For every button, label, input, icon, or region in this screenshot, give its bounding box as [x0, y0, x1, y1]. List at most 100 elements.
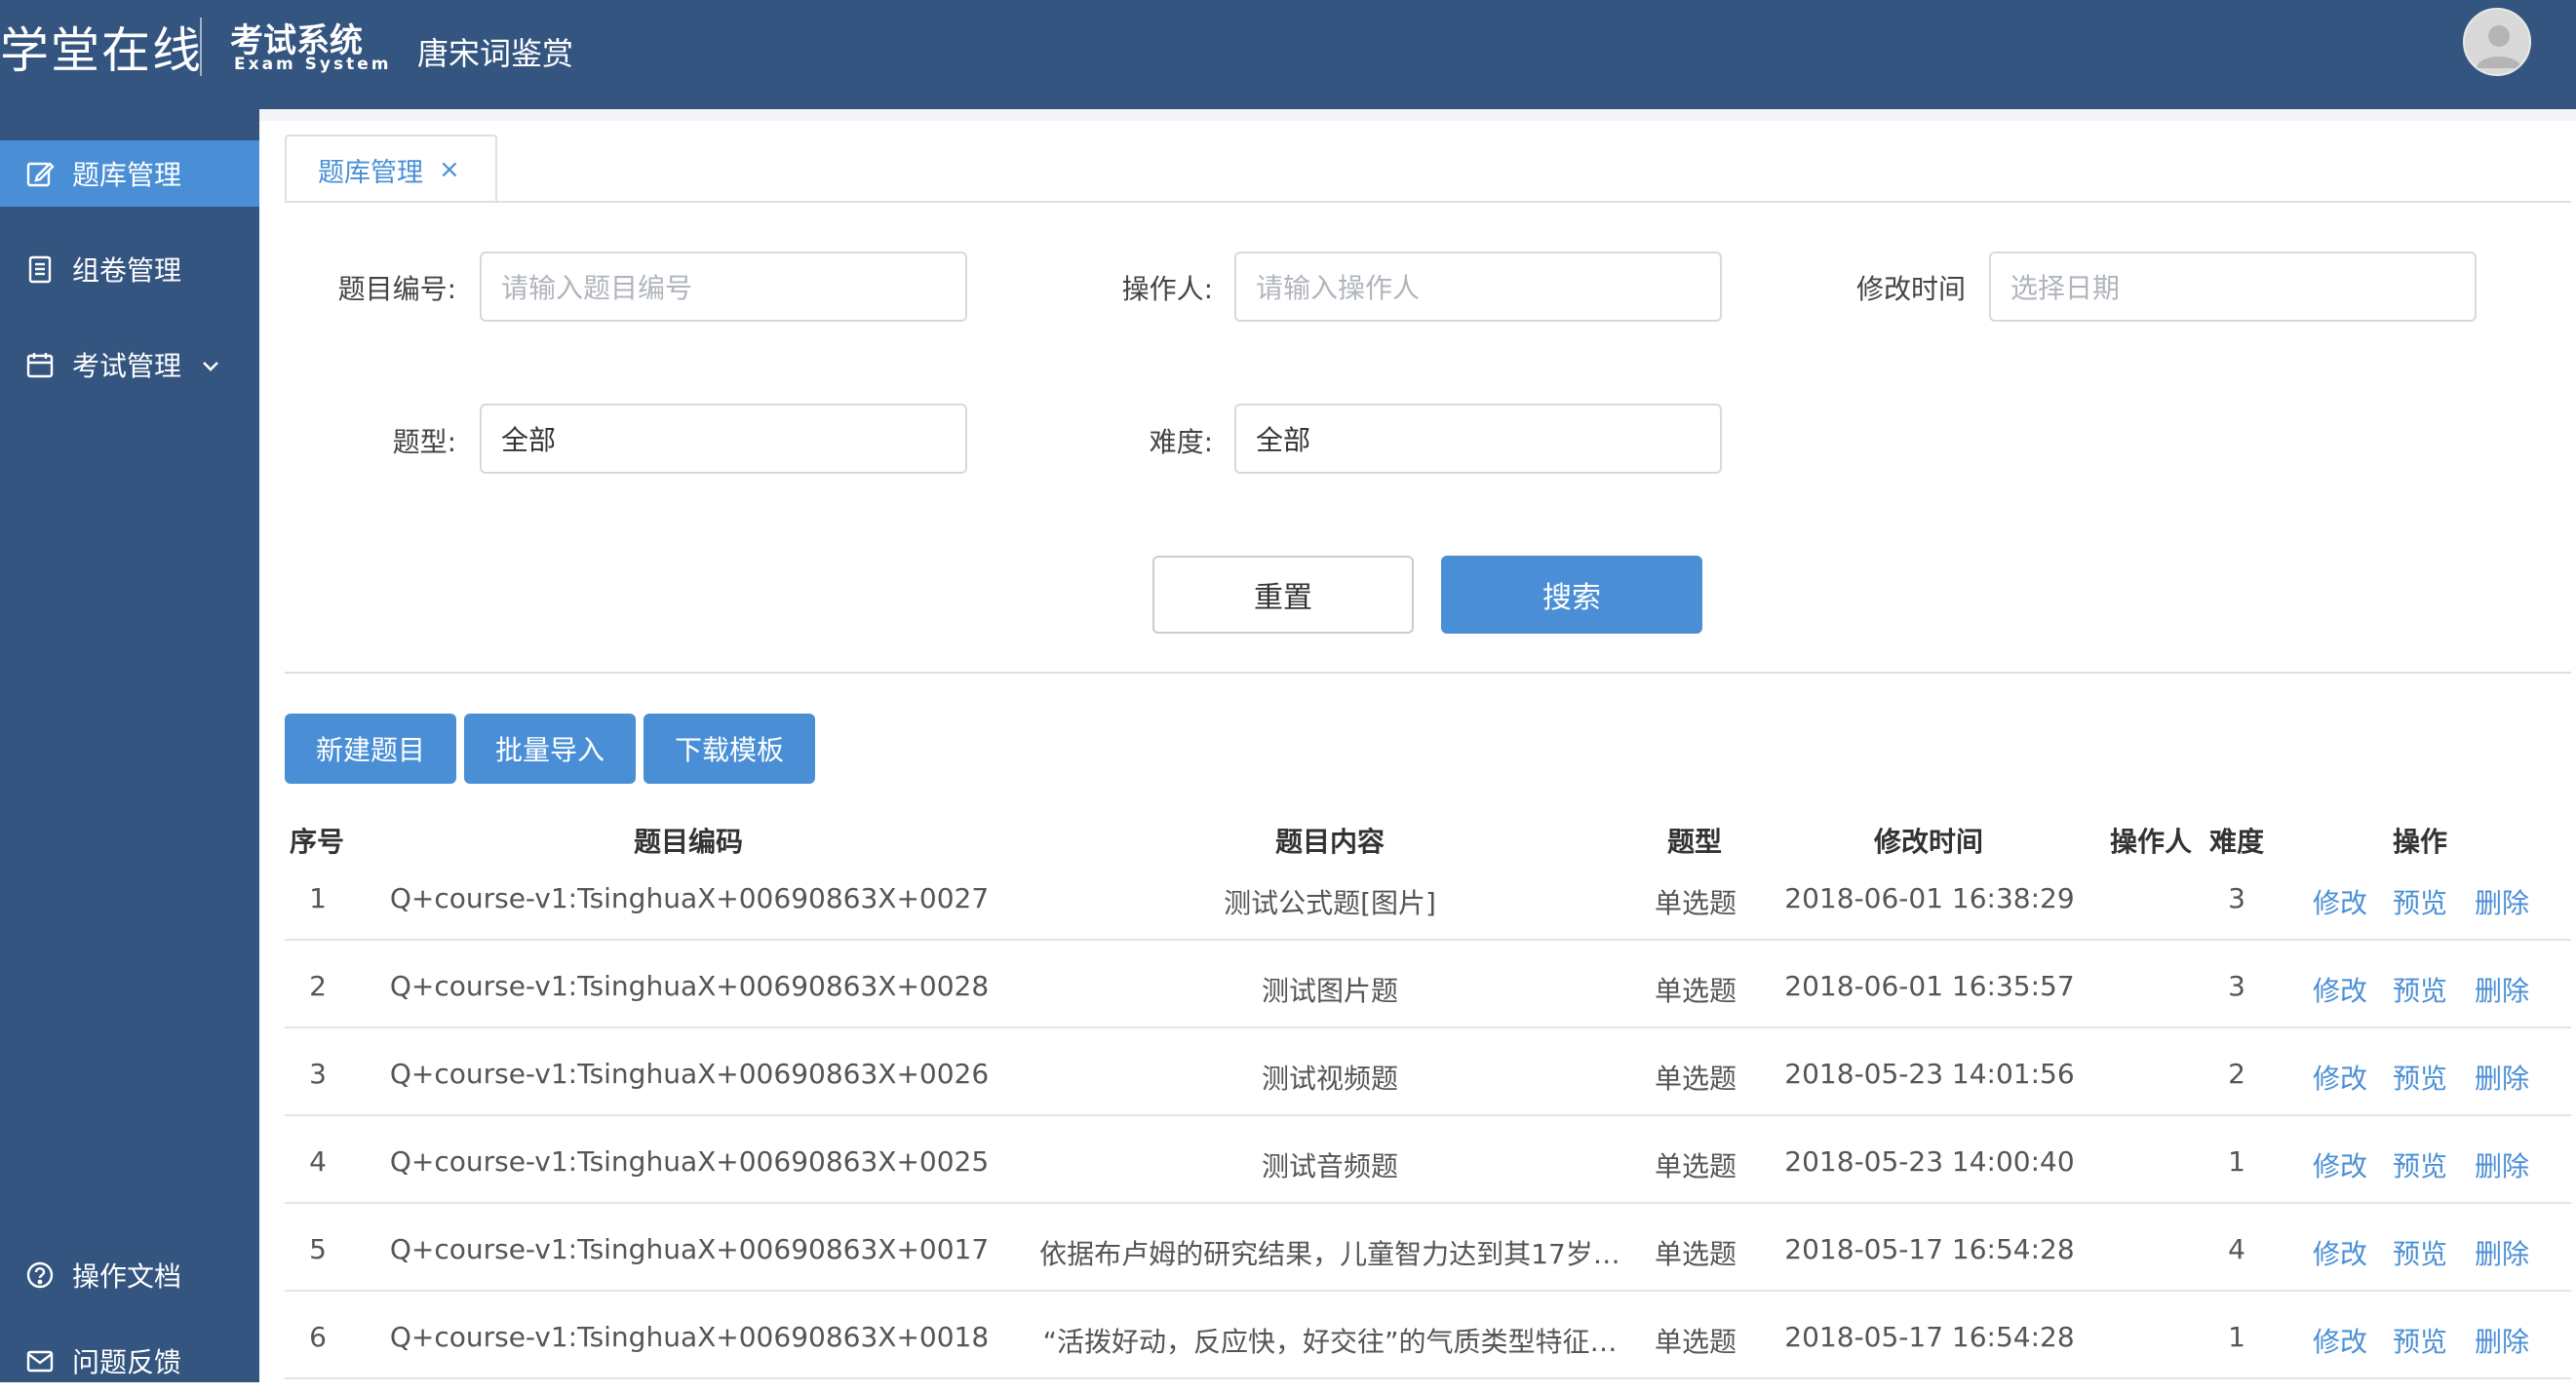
difficulty-select[interactable]: 全部 [1234, 404, 1722, 474]
cell-type: 单选题 [1654, 1063, 1737, 1095]
table-row: 1 Q+course-v1:TsinghuaX+00690863X+0027 测试公… [285, 853, 2571, 941]
question-type-select[interactable]: 全部 [480, 404, 967, 474]
preview-link[interactable]: 预览 [2393, 1233, 2447, 1272]
cell-type: 单选题 [1654, 1238, 1737, 1270]
preview-link[interactable]: 预览 [2393, 970, 2447, 1009]
top-header: 学堂在线 考试系统 Exam System 唐宋词鉴赏 [0, 0, 2576, 109]
app-logo[interactable]: 学堂在线 [0, 12, 203, 82]
cell-code: Q+course-v1:TsinghuaX+00690863X+0017 [389, 1233, 990, 1265]
delete-link[interactable]: 删除 [2475, 1321, 2529, 1360]
cell-type: 单选题 [1654, 1150, 1737, 1182]
table-row: 4 Q+course-v1:TsinghuaX+00690863X+0025 测试音… [285, 1116, 2571, 1204]
chevron-down-icon[interactable] [199, 353, 222, 376]
cell-time: 2018-06-01 16:38:29 [1784, 882, 2075, 914]
cell-time: 2018-06-01 16:35:57 [1784, 970, 2075, 1002]
close-icon[interactable]: × [439, 155, 460, 184]
cell-code: Q+course-v1:TsinghuaX+00690863X+0026 [389, 1058, 990, 1090]
cell-difficulty: 1 [2228, 1321, 2245, 1353]
cell-no: 1 [309, 882, 327, 914]
cell-no: 5 [309, 1233, 327, 1265]
preview-link[interactable]: 预览 [2393, 1321, 2447, 1360]
sidebar-item-label: 考试管理 [72, 350, 182, 382]
cell-type: 单选题 [1654, 975, 1737, 1007]
edit-link[interactable]: 修改 [2313, 1321, 2367, 1360]
delete-link[interactable]: 删除 [2475, 1058, 2529, 1097]
delete-link[interactable]: 删除 [2475, 882, 2529, 921]
cell-code: Q+course-v1:TsinghuaX+00690863X+0025 [389, 1145, 990, 1178]
reset-button[interactable]: 重置 [1152, 556, 1414, 634]
cell-difficulty: 3 [2228, 882, 2245, 914]
edit-link[interactable]: 修改 [2313, 1233, 2367, 1272]
logo-divider [200, 18, 202, 76]
sidebar-item-label: 操作文档 [72, 1260, 182, 1293]
batch-import-button[interactable]: 批量导入 [464, 714, 636, 784]
sidebar-item-question-bank[interactable]: 题库管理 [0, 140, 259, 207]
sidebar-item-docs[interactable]: 操作文档 [0, 1242, 259, 1308]
cell-content: 依据布卢姆的研究结果，儿童智力达到其17岁… [1039, 1238, 1620, 1270]
exam-system-subtitle: Exam System [234, 55, 392, 74]
sidebar: 题库管理 组卷管理 考试管理 操作文档 问题反馈 [0, 109, 259, 1382]
mail-icon [23, 1344, 57, 1377]
cell-no: 4 [309, 1145, 327, 1178]
edit-link[interactable]: 修改 [2313, 882, 2367, 921]
edit-icon [23, 157, 57, 190]
preview-link[interactable]: 预览 [2393, 882, 2447, 921]
cell-difficulty: 2 [2228, 1058, 2245, 1090]
cell-difficulty: 3 [2228, 970, 2245, 1002]
document-list-icon [23, 252, 57, 286]
operator-input[interactable]: 请输入操作人 [1234, 252, 1722, 322]
cell-time: 2018-05-17 16:54:28 [1784, 1233, 2075, 1265]
content-top-gap [259, 109, 2576, 121]
cell-code: Q+course-v1:TsinghuaX+00690863X+0028 [389, 970, 990, 1002]
cell-type: 单选题 [1654, 1326, 1737, 1358]
question-id-input[interactable]: 请输入题目编号 [480, 252, 967, 322]
preview-link[interactable]: 预览 [2393, 1145, 2447, 1184]
sidebar-item-exam-management[interactable]: 考试管理 [0, 331, 259, 398]
help-circle-icon [23, 1258, 57, 1292]
sidebar-item-paper-management[interactable]: 组卷管理 [0, 236, 259, 302]
cell-no: 3 [309, 1058, 327, 1090]
table-row: 6 Q+course-v1:TsinghuaX+00690863X+0018 “活拨… [285, 1292, 2571, 1379]
cell-code: Q+course-v1:TsinghuaX+00690863X+0018 [389, 1321, 990, 1353]
edit-link[interactable]: 修改 [2313, 970, 2367, 1009]
calendar-icon [23, 348, 57, 381]
edit-link[interactable]: 修改 [2313, 1145, 2367, 1184]
cell-content: “活拨好动，反应快，好交往”的气质类型特征… [1042, 1326, 1618, 1358]
cell-content: 测试视频题 [1261, 1063, 1399, 1095]
operator-label: 操作人: [1121, 273, 1213, 305]
question-type-label: 题型: [392, 426, 456, 458]
section-divider [285, 672, 2571, 674]
cell-content: 测试图片题 [1261, 975, 1399, 1007]
tab-label: 题库管理 [318, 157, 423, 188]
date-picker-input[interactable]: 选择日期 [1989, 252, 2477, 322]
cell-no: 2 [309, 970, 327, 1002]
modified-time-label: 修改时间 [1855, 273, 1966, 305]
sidebar-item-label: 题库管理 [72, 159, 182, 191]
new-question-button[interactable]: 新建题目 [285, 714, 456, 784]
cell-no: 6 [309, 1321, 327, 1353]
preview-link[interactable]: 预览 [2393, 1058, 2447, 1097]
download-template-button[interactable]: 下载模板 [644, 714, 815, 784]
cell-time: 2018-05-23 14:00:40 [1784, 1145, 2075, 1178]
table-row: 3 Q+course-v1:TsinghuaX+00690863X+0026 测试视… [285, 1028, 2571, 1116]
tab-question-bank[interactable]: 题库管理 × [285, 135, 497, 203]
cell-difficulty: 1 [2228, 1145, 2245, 1178]
sidebar-item-label: 问题反馈 [72, 1346, 182, 1378]
sidebar-item-feedback[interactable]: 问题反馈 [0, 1328, 259, 1394]
cell-time: 2018-05-23 14:01:56 [1784, 1058, 2075, 1090]
delete-link[interactable]: 删除 [2475, 1233, 2529, 1272]
difficulty-label: 难度: [1149, 426, 1213, 458]
cell-time: 2018-05-17 16:54:28 [1784, 1321, 2075, 1353]
cell-content: 测试音频题 [1261, 1150, 1399, 1182]
course-title: 唐宋词鉴赏 [417, 35, 574, 72]
user-avatar-icon[interactable] [2463, 8, 2531, 76]
cell-content: 测试公式题[图片] [1224, 887, 1436, 919]
table-row: 2 Q+course-v1:TsinghuaX+00690863X+0028 测试图… [285, 941, 2571, 1028]
edit-link[interactable]: 修改 [2313, 1058, 2367, 1097]
delete-link[interactable]: 删除 [2475, 1145, 2529, 1184]
question-id-label: 题目编号: [337, 273, 456, 305]
tab-bar-line [285, 201, 2571, 203]
delete-link[interactable]: 删除 [2475, 970, 2529, 1009]
search-button[interactable]: 搜索 [1441, 556, 1702, 634]
cell-code: Q+course-v1:TsinghuaX+00690863X+0027 [389, 882, 990, 914]
